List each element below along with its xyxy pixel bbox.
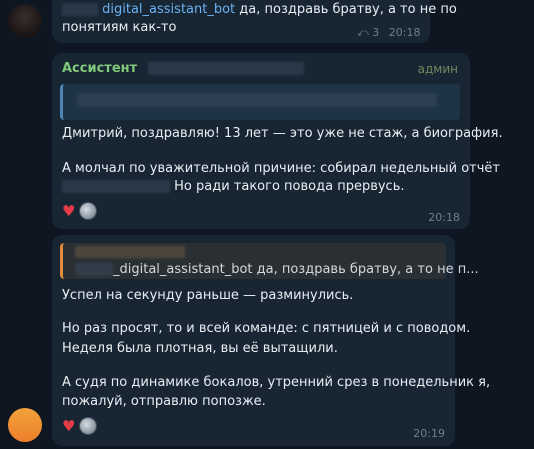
- message-line: пожалуй, отправлю попозже.: [62, 394, 266, 409]
- message-text-part: да, поздравь братву, а то не по: [235, 2, 457, 17]
- message-line: Дмитрий, поздравляю! 13 лет — это уже не…: [62, 126, 503, 141]
- redacted-text: [62, 180, 170, 193]
- message-text-line2: понятиям как-то: [62, 20, 177, 35]
- message-line: Но раз просят, то и всей команде: с пятн…: [62, 321, 471, 336]
- message-line: Успел на секунду раньше — разминулись.: [62, 288, 354, 303]
- heart-icon: ♥: [62, 417, 76, 435]
- reactor-avatar: [79, 417, 98, 435]
- quote-text: _digital_assistant_bot да, поздравь брат…: [75, 261, 479, 279]
- reactor-avatar: [79, 202, 98, 220]
- sender-name[interactable]: Ассистент: [62, 61, 304, 76]
- redacted-name: [75, 263, 113, 276]
- assistant-avatar[interactable]: [8, 408, 42, 442]
- heart-icon: ♥: [62, 202, 76, 220]
- message-time: 20:18: [388, 26, 421, 39]
- reply-quote[interactable]: _digital_assistant_bot да, поздравь брат…: [60, 243, 479, 279]
- message-time: 20:18: [428, 211, 460, 224]
- message-text: digital_assistant_bot да, поздравь братв…: [62, 1, 457, 19]
- message-meta: ⤺ 3 20:18: [357, 26, 420, 40]
- message-line: Но ради такого повода прервусь.: [62, 178, 405, 196]
- reaction-chip[interactable]: ♥: [62, 202, 98, 220]
- redacted-name: [62, 3, 98, 16]
- redacted-quote: [77, 93, 437, 107]
- message-bubble[interactable]: Ассистент админ Дмитрий, поздравляю! 13 …: [52, 53, 503, 229]
- message-bubble[interactable]: _digital_assistant_bot да, поздравь брат…: [52, 235, 490, 446]
- reply-quote[interactable]: [60, 84, 460, 120]
- message-line: Неделя была плотная, вы её вытащили.: [62, 341, 338, 356]
- redacted-name: [75, 246, 185, 258]
- admin-badge: админ: [417, 62, 458, 76]
- message-bubble[interactable]: digital_assistant_bot да, поздравь братв…: [52, 0, 457, 43]
- reply-count[interactable]: 3: [372, 26, 379, 39]
- reply-arrow-icon[interactable]: ⤺: [357, 26, 369, 39]
- reaction-chip[interactable]: ♥: [62, 417, 98, 435]
- message-line: А молчал по уважительной причине: собира…: [62, 161, 500, 176]
- redacted-name: [147, 62, 304, 75]
- message-time: 20:19: [413, 427, 445, 440]
- message-line: А судя по динамике бокалов, утренний сре…: [62, 375, 491, 390]
- bot-mention[interactable]: digital_assistant_bot: [102, 2, 235, 17]
- user-avatar[interactable]: [8, 4, 42, 38]
